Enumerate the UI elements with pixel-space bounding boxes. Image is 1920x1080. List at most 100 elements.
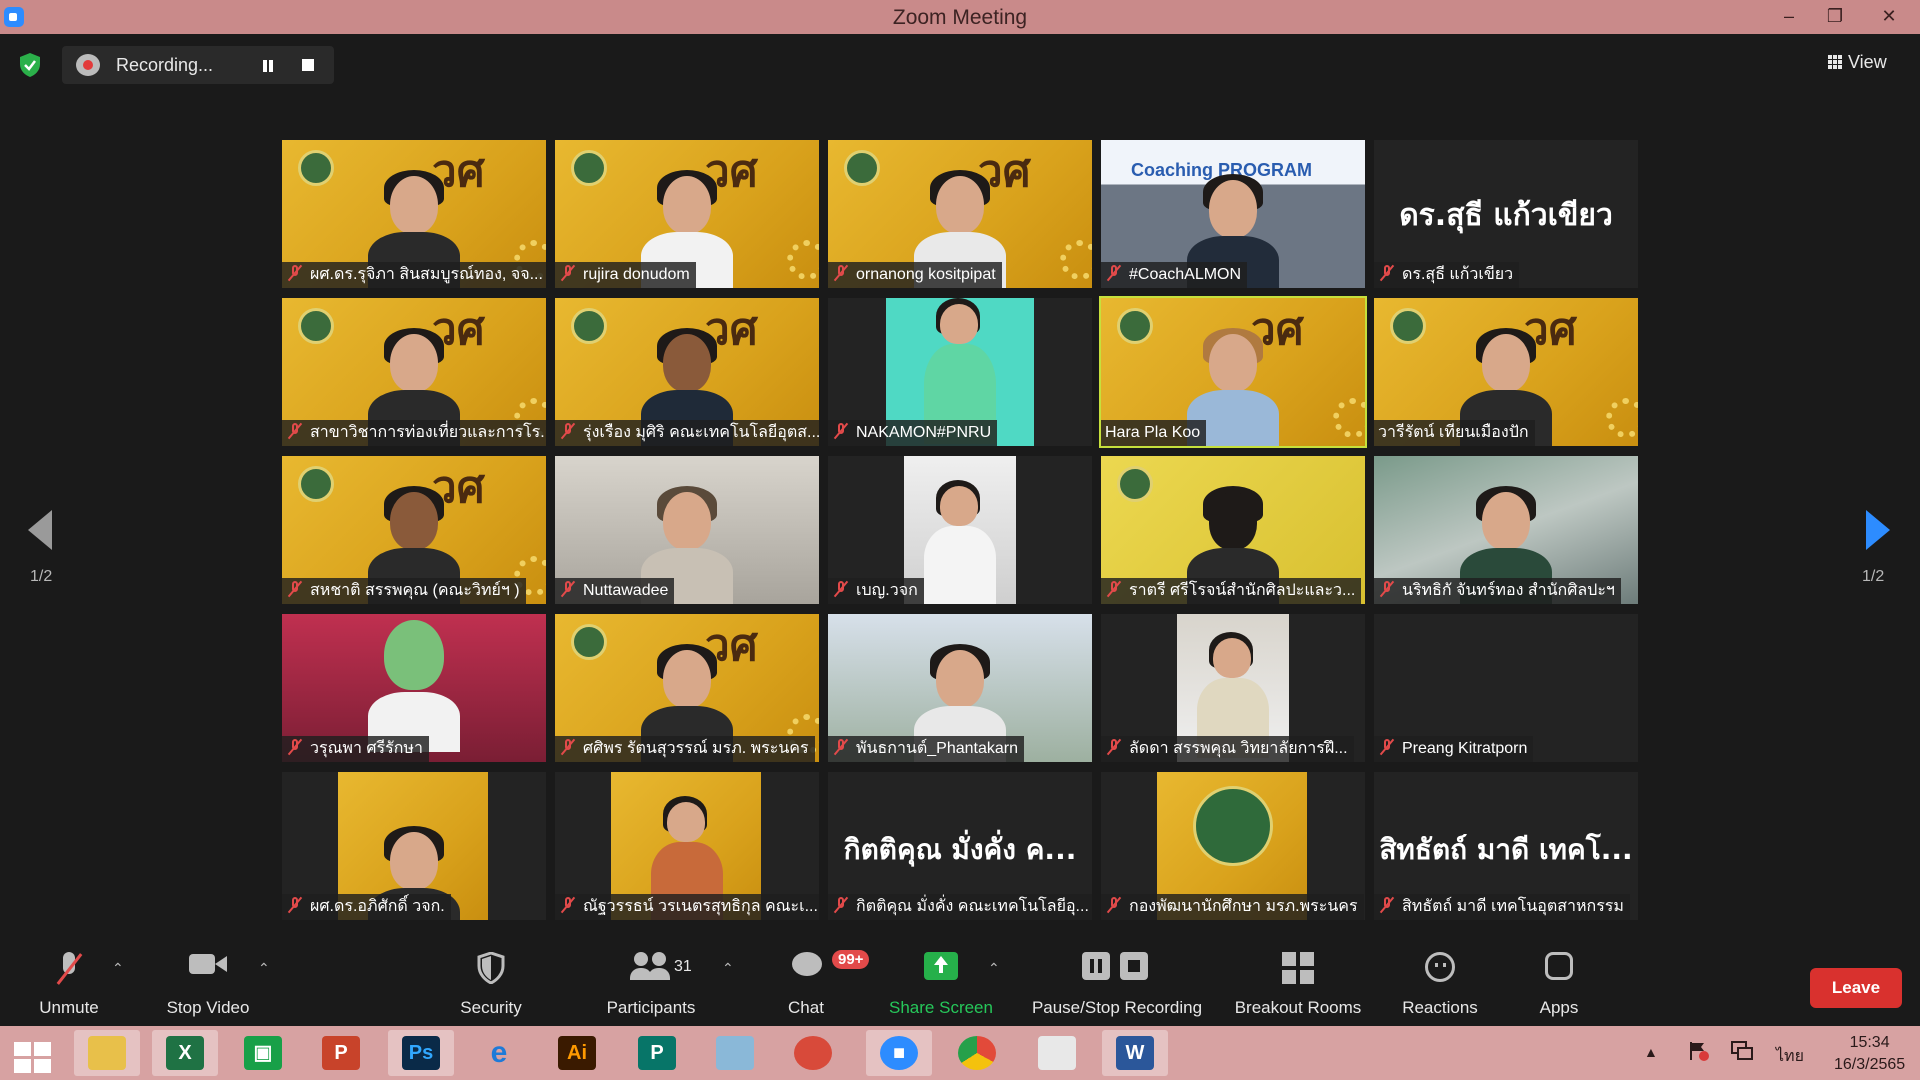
minimize-button[interactable]: – [1766, 0, 1812, 34]
muted-mic-icon [1378, 738, 1396, 756]
taskbar-powerpoint[interactable]: P [308, 1030, 374, 1076]
encryption-shield-icon[interactable] [18, 52, 42, 78]
participant-tile[interactable]: วศ ผศ.ดร.รุจิภา สินสมบูรณ์ทอง, จจ... [282, 140, 546, 288]
leave-meeting-button[interactable]: Leave [1810, 968, 1902, 1008]
participant-tile[interactable]: ผศ.ดร.อภิศักดิ์ วจก. [282, 772, 546, 920]
office-icon [1038, 1036, 1076, 1070]
participant-tile[interactable]: วศ วารีรัตน์ เทียนเมืองปัก [1374, 298, 1638, 446]
participant-figure [1197, 632, 1269, 758]
participant-name-tag: ดร.สุธี แก้วเขียว [1374, 262, 1520, 288]
taskbar-internet-explorer[interactable]: e [466, 1030, 532, 1076]
window-title: Zoom Meeting [892, 6, 1028, 29]
pause-stop-recording-label: Pause/Stop Recording [1031, 998, 1203, 1017]
active-speaker-tile[interactable]: วศ Hara Pla Koo [1099, 296, 1367, 448]
stop-recording-button[interactable] [302, 59, 314, 71]
university-logo [298, 308, 334, 344]
action-center-flag-icon[interactable] [1688, 1040, 1710, 1062]
breakout-rooms-button[interactable]: Breakout Rooms [1230, 938, 1366, 1026]
university-logo [571, 624, 607, 660]
taskbar-office[interactable] [1024, 1030, 1090, 1076]
clock-date: 16/3/2565 [1834, 1056, 1906, 1073]
taskbar-illustrator[interactable]: Ai [544, 1030, 610, 1076]
participant-name-tag: สิทธัตถ์ มาดี เทคโนอุตสาหกรรม [1374, 894, 1630, 920]
taskbar-zoom[interactable]: ■ [866, 1030, 932, 1076]
stop-video-button[interactable]: Stop Video [158, 938, 258, 1026]
participant-tile[interactable]: วศ รุ่งเรือง มุศิริ คณะเทคโนโลยีอุตส... [555, 298, 819, 446]
participant-tile[interactable]: ณัฐวรรธน์ วรเนตรสุทธิกุล คณะเ... [555, 772, 819, 920]
participant-tile[interactable]: เบญ.วจก [828, 456, 1092, 604]
participant-tile[interactable]: วศ สหชาติ สรรพคุณ (คณะวิทย์ฯ ) [282, 456, 546, 604]
participant-name-tag: พันธกานต์_Phantakarn [828, 736, 1024, 762]
participant-tile[interactable]: วศ ornanong kositpipat [828, 140, 1092, 288]
reactions-button[interactable]: Reactions [1390, 938, 1490, 1026]
close-button[interactable]: ✕ [1858, 0, 1920, 34]
previous-page-arrow[interactable] [28, 510, 52, 550]
participant-name: เบญ.วจก [856, 582, 918, 599]
participant-name: ผศ.ดร.อภิศักดิ์ วจก. [310, 898, 445, 915]
participant-tile[interactable]: กิตติคุณ มั่งคั่ง ค... กิตติคุณ มั่งคั่ง… [828, 772, 1092, 920]
unmute-button[interactable]: Unmute [24, 938, 114, 1026]
participant-tile[interactable]: ดร.สุธี แก้วเขียว ดร.สุธี แก้วเขียว [1374, 140, 1638, 288]
taskbar-excel[interactable]: X [152, 1030, 218, 1076]
participant-tile[interactable]: วศ สาขาวิชาการท่องเที่ยวและการโร... [282, 298, 546, 446]
apps-button[interactable]: Apps [1522, 938, 1596, 1026]
participant-tile[interactable]: วศ rujira donudom [555, 140, 819, 288]
word-icon: W [1116, 1036, 1154, 1070]
taskbar-photoscape[interactable] [780, 1030, 846, 1076]
participant-tile[interactable]: Preang Kitratporn [1374, 614, 1638, 762]
participant-tile[interactable]: Nuttawadee [555, 456, 819, 604]
share-options-chevron-icon[interactable]: ⌃ [988, 960, 1000, 977]
audio-options-chevron-icon[interactable]: ⌃ [112, 960, 124, 977]
unmute-label: Unmute [39, 998, 99, 1017]
taskbar-photoshop[interactable]: Ps [388, 1030, 454, 1076]
cloud-recording-icon [76, 54, 100, 76]
participant-tile[interactable]: พันธกานต์_Phantakarn [828, 614, 1092, 762]
participant-tile[interactable]: Coaching PROGRAM #CoachALMON [1101, 140, 1365, 288]
university-logo [298, 466, 334, 502]
participants-button[interactable]: 31 Participants [596, 938, 706, 1026]
chat-button[interactable]: 99+ Chat [766, 938, 870, 1026]
taskbar-chrome[interactable] [944, 1030, 1010, 1076]
apps-label: Apps [1539, 998, 1579, 1017]
stop-video-label: Stop Video [166, 998, 250, 1017]
pause-recording-button[interactable] [258, 56, 278, 76]
muted-mic-icon [559, 896, 577, 914]
participant-tile[interactable]: วศ ศศิพร รัตนสุวรรณ์ มรภ. พระนคร [555, 614, 819, 762]
start-button[interactable] [0, 1030, 66, 1076]
participant-name: NAKAMON#PNRU [856, 424, 992, 441]
participant-name: สิทธัตถ์ มาดี เทคโนอุตสาหกรรม [1402, 898, 1624, 915]
security-button[interactable]: Security [446, 938, 536, 1026]
participant-tile[interactable]: ลัดดา สรรพคุณ วิทยาลัยการฝึ... [1101, 614, 1365, 762]
participant-name: สาขาวิชาการท่องเที่ยวและการโร... [310, 424, 546, 441]
muted-mic-icon [559, 580, 577, 598]
taskbar-publisher[interactable]: P [624, 1030, 690, 1076]
share-screen-button[interactable]: Share Screen [880, 938, 1002, 1026]
input-language-indicator[interactable]: ไทย [1776, 1044, 1804, 1069]
taskbar-word[interactable]: W [1102, 1030, 1168, 1076]
taskbar-notepad[interactable] [702, 1030, 768, 1076]
muted-mic-icon [832, 264, 850, 282]
page-indicator-left: 1/2 [30, 568, 53, 585]
video-options-chevron-icon[interactable]: ⌃ [258, 960, 270, 977]
participant-tile[interactable]: สิทธัตถ์ มาดี เทคโ... สิทธัตถ์ มาดี เทคโ… [1374, 772, 1638, 920]
participant-tile[interactable]: วรุณพา ศรีรักษา [282, 614, 546, 762]
pause-stop-recording-button[interactable]: Pause/Stop Recording [1024, 938, 1210, 1026]
participant-tile[interactable]: ราตรี ศรีโรจน์สำนักศิลปะและว... [1101, 456, 1365, 604]
participant-tile[interactable]: NAKAMON#PNRU [828, 298, 1092, 446]
taskbar-store[interactable]: ▣ [230, 1030, 296, 1076]
participants-options-chevron-icon[interactable]: ⌃ [722, 960, 734, 977]
network-icon[interactable] [1730, 1040, 1754, 1062]
gear-decoration [1333, 398, 1365, 438]
gear-decoration [1060, 240, 1092, 280]
participant-tile[interactable]: นริทธิกั จันทร์ทอง สำนักศิลปะฯ [1374, 456, 1638, 604]
view-button[interactable]: View [1828, 52, 1887, 73]
show-hidden-icons-chevron-icon[interactable]: ▲ [1644, 1044, 1658, 1060]
security-label: Security [460, 998, 522, 1017]
system-clock[interactable]: 15:34 16/3/2565 [1834, 1032, 1905, 1076]
next-page-arrow[interactable] [1866, 510, 1890, 550]
taskbar-file-explorer[interactable] [74, 1030, 140, 1076]
restore-button[interactable]: ❐ [1812, 0, 1858, 34]
participant-name: rujira donudom [583, 266, 690, 283]
participant-tile[interactable]: กองพัฒนานักศึกษา มรภ.พระนคร [1101, 772, 1365, 920]
photoshop-icon: Ps [402, 1036, 440, 1070]
